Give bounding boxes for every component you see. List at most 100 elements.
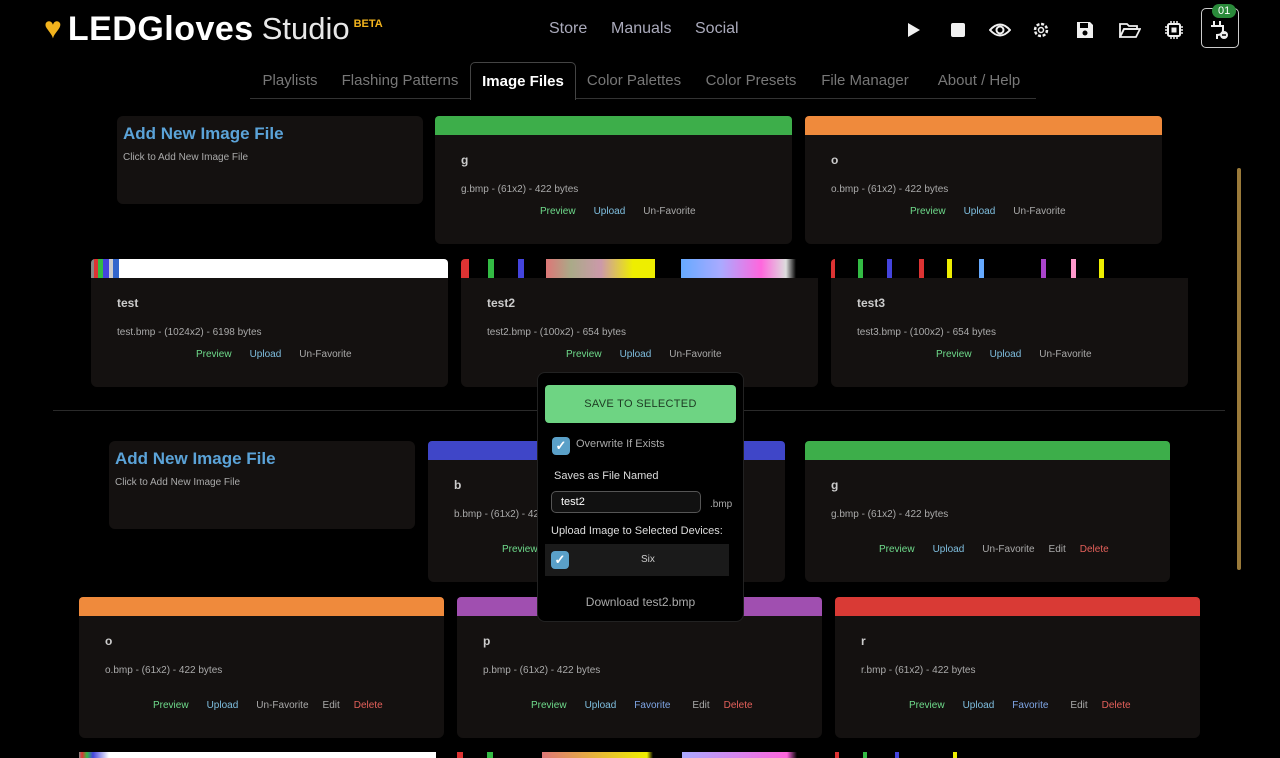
nav-manuals[interactable]: Manuals xyxy=(611,20,671,38)
beta-badge: BETA xyxy=(353,18,383,30)
preview-button[interactable]: Preview xyxy=(153,700,189,711)
save-icon[interactable] xyxy=(1073,18,1097,42)
delete-button[interactable]: Delete xyxy=(354,700,383,711)
preview-button[interactable]: Preview xyxy=(879,544,915,555)
device-count-badge: 01 xyxy=(1212,4,1237,18)
tab-file-manager[interactable]: File Manager xyxy=(812,62,918,98)
unfavorite-button[interactable]: Un-Favorite xyxy=(982,544,1034,555)
unfavorite-button[interactable]: Un-Favorite xyxy=(256,700,308,711)
save-to-selected-button[interactable]: SAVE TO SELECTED xyxy=(545,385,736,423)
favorite-button[interactable]: Favorite xyxy=(1012,700,1048,711)
image-color-bar xyxy=(79,597,444,616)
edit-button[interactable]: Edit xyxy=(1049,544,1066,555)
save-image-popup: SAVE TO SELECTED ✓ Overwrite If Exists S… xyxy=(537,372,744,622)
upload-button[interactable]: Upload xyxy=(585,700,617,711)
preview-button[interactable]: Preview xyxy=(502,544,538,555)
favorite-button[interactable]: Favorite xyxy=(634,700,670,711)
nav-social[interactable]: Social xyxy=(695,20,739,38)
upload-button[interactable]: Upload xyxy=(990,349,1022,360)
image-name: o xyxy=(831,153,839,167)
tab-image-files[interactable]: Image Files xyxy=(470,62,576,100)
upload-button[interactable]: Upload xyxy=(207,700,239,711)
tab-flashing-patterns[interactable]: Flashing Patterns xyxy=(334,62,466,98)
upload-button[interactable]: Upload xyxy=(964,206,996,217)
image-preview-strip xyxy=(79,752,436,758)
image-meta: test3.bmp - (100x2) - 654 bytes xyxy=(857,327,996,338)
unfavorite-button[interactable]: Un-Favorite xyxy=(1013,206,1065,217)
tab-color-palettes[interactable]: Color Palettes xyxy=(578,62,690,98)
preview-button[interactable]: Preview xyxy=(909,700,945,711)
scrollbar-thumb[interactable] xyxy=(1237,168,1241,570)
image-name: test2 xyxy=(487,296,516,310)
upload-button[interactable]: Upload xyxy=(620,349,652,360)
image-name: test xyxy=(117,296,139,310)
upload-button[interactable]: Upload xyxy=(963,700,995,711)
device-checkbox[interactable]: ✓ xyxy=(551,551,569,569)
add-image-title: Add New Image File xyxy=(123,124,284,143)
saves-as-label: Saves as File Named xyxy=(554,470,659,482)
image-meta: r.bmp - (61x2) - 422 bytes xyxy=(861,665,976,676)
preview-button[interactable]: Preview xyxy=(531,700,567,711)
device-row[interactable]: ✓ Six xyxy=(545,544,729,576)
edit-button[interactable]: Edit xyxy=(1070,700,1087,711)
delete-button[interactable]: Delete xyxy=(1102,700,1131,711)
nav-store[interactable]: Store xyxy=(549,20,587,38)
image-meta: test2.bmp - (100x2) - 654 bytes xyxy=(487,327,626,338)
eye-icon[interactable] xyxy=(988,18,1012,42)
image-meta: o.bmp - (61x2) - 422 bytes xyxy=(831,184,949,195)
chip-icon[interactable] xyxy=(1162,18,1186,42)
upload-button[interactable]: Upload xyxy=(250,349,282,360)
add-image-subtitle: Click to Add New Image File xyxy=(123,152,249,163)
preview-button[interactable]: Preview xyxy=(566,349,602,360)
image-preview-strip xyxy=(91,259,448,278)
plug-icon xyxy=(1207,18,1231,42)
image-preview-strip xyxy=(461,259,818,278)
image-card: o o.bmp - (61x2) - 422 bytes Preview Upl… xyxy=(805,116,1162,244)
heart-icon: ♥ xyxy=(44,12,62,45)
add-image-card[interactable]: Add New Image File Click to Add New Imag… xyxy=(117,116,423,204)
overwrite-checkbox[interactable]: ✓ xyxy=(552,437,570,455)
play-icon[interactable] xyxy=(901,18,925,42)
unfavorite-button[interactable]: Un-Favorite xyxy=(643,206,695,217)
edit-button[interactable]: Edit xyxy=(692,700,709,711)
preview-button[interactable]: Preview xyxy=(196,349,232,360)
image-card: g g.bmp - (61x2) - 422 bytes Preview Upl… xyxy=(805,441,1170,582)
unfavorite-button[interactable]: Un-Favorite xyxy=(1039,349,1091,360)
image-name: b xyxy=(454,478,462,492)
tab-color-presets[interactable]: Color Presets xyxy=(696,62,806,98)
delete-button[interactable]: Delete xyxy=(1080,544,1109,555)
unfavorite-button[interactable]: Un-Favorite xyxy=(669,349,721,360)
delete-button[interactable]: Delete xyxy=(724,700,753,711)
upload-devices-label: Upload Image to Selected Devices: xyxy=(551,525,723,537)
preview-button[interactable]: Preview xyxy=(910,206,946,217)
image-name: g xyxy=(461,153,469,167)
gear-icon[interactable] xyxy=(1029,18,1053,42)
download-link[interactable]: Download test2.bmp xyxy=(538,595,743,609)
image-meta: test.bmp - (1024x2) - 6198 bytes xyxy=(117,327,262,338)
image-name: test3 xyxy=(857,296,886,310)
upload-button[interactable]: Upload xyxy=(594,206,626,217)
image-meta: p.bmp - (61x2) - 422 bytes xyxy=(483,665,601,676)
folder-open-icon[interactable] xyxy=(1118,18,1142,42)
app-logo[interactable]: ♥ LEDGloves Studio BETA xyxy=(44,10,383,48)
image-color-bar xyxy=(435,116,792,135)
add-image-card[interactable]: Add New Image File Click to Add New Imag… xyxy=(109,441,415,529)
unfavorite-button[interactable]: Un-Favorite xyxy=(299,349,351,360)
filename-input[interactable] xyxy=(551,491,701,513)
image-preview-strip xyxy=(831,259,1188,278)
image-name: p xyxy=(483,634,491,648)
tab-playlists[interactable]: Playlists xyxy=(250,62,330,98)
preview-button[interactable]: Preview xyxy=(540,206,576,217)
file-extension: .bmp xyxy=(710,499,733,510)
image-card: test3 test3.bmp - (100x2) - 654 bytes Pr… xyxy=(831,259,1188,387)
image-meta: o.bmp - (61x2) - 422 bytes xyxy=(105,665,223,676)
preview-button[interactable]: Preview xyxy=(936,349,972,360)
image-preview-strip xyxy=(457,752,814,758)
edit-button[interactable]: Edit xyxy=(323,700,340,711)
brand-studio: Studio xyxy=(261,11,350,46)
stop-icon[interactable] xyxy=(946,18,970,42)
image-meta: g.bmp - (61x2) - 422 bytes xyxy=(831,509,949,520)
add-image-title: Add New Image File xyxy=(115,449,276,468)
tab-about-help[interactable]: About / Help xyxy=(924,62,1034,98)
upload-button[interactable]: Upload xyxy=(933,544,965,555)
